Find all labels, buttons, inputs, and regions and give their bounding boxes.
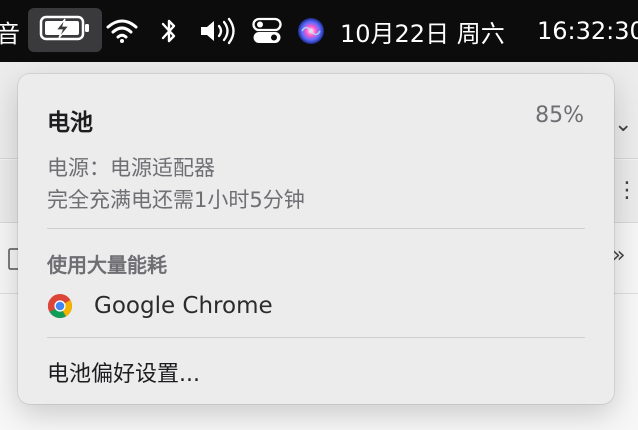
- menubar-date[interactable]: 10月22日 周六: [340, 14, 505, 49]
- bluetooth-icon[interactable]: [158, 0, 180, 62]
- chevron-down-icon[interactable]: ⌄: [614, 112, 632, 137]
- chrome-icon: [47, 293, 73, 319]
- time-remaining-label: 完全充满电还需1小时5分钟: [47, 188, 305, 212]
- battery-percentage: 85%: [535, 103, 584, 128]
- double-chevron-right-icon[interactable]: »: [612, 243, 625, 268]
- separator: [47, 337, 585, 338]
- volume-icon[interactable]: [198, 0, 238, 62]
- battery-popover: 电池 85% 电源：电源适配器 完全充满电还需1小时5分钟 使用大量能耗 Goo…: [18, 74, 614, 404]
- battery-charging-icon: [39, 14, 91, 46]
- menu-bar: 音 10月22日 周六 16:32:30: [0, 0, 638, 62]
- popover-title: 电池: [47, 110, 93, 136]
- app-list-item-google-chrome[interactable]: Google Chrome: [47, 288, 273, 324]
- more-vertical-icon[interactable]: ⋮: [616, 178, 638, 203]
- power-source-label: 电源：电源适配器: [47, 156, 215, 180]
- wifi-icon[interactable]: [106, 0, 138, 62]
- control-center-icon[interactable]: [252, 0, 282, 62]
- siri-icon[interactable]: [296, 0, 326, 62]
- menubar-partial-label: 音: [0, 19, 20, 48]
- battery-preferences-menu-item[interactable]: 电池偏好设置...: [47, 356, 200, 388]
- separator: [47, 228, 585, 229]
- heavy-usage-header: 使用大量能耗: [47, 253, 167, 277]
- app-name-label: Google Chrome: [94, 293, 273, 319]
- battery-menu-button[interactable]: [28, 8, 102, 52]
- menubar-time[interactable]: 16:32:30: [537, 17, 638, 45]
